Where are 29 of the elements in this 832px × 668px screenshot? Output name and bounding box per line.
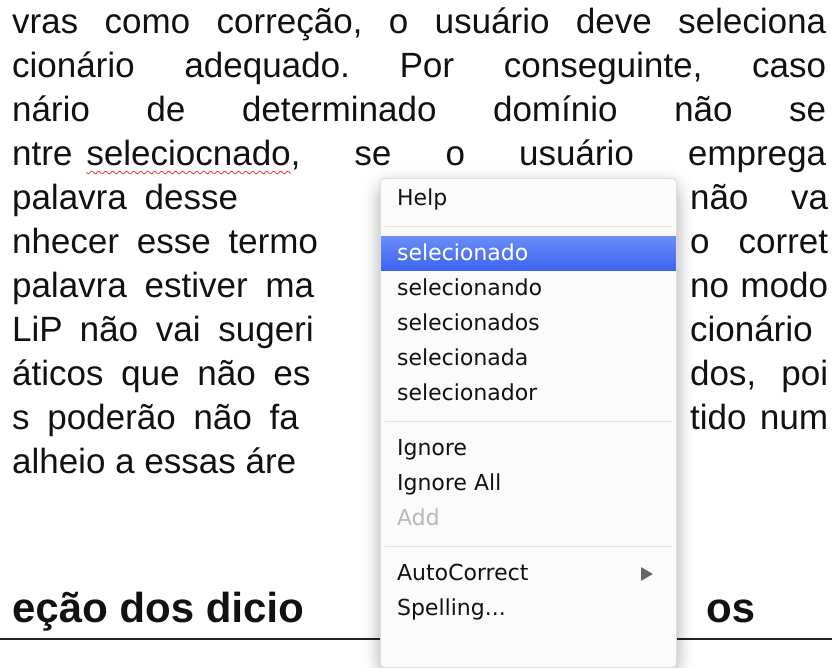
menu-item[interactable]: selecionador <box>381 376 676 411</box>
body-text-line: áticos que não es <box>12 353 310 395</box>
body-text-line: alheio a essas áre <box>12 441 298 483</box>
body-text-line: palavra desse <box>12 177 238 219</box>
body-text-line: LiP não vai sugeri <box>12 309 314 351</box>
section-heading: eção dos dicio <box>12 585 304 631</box>
menu-item[interactable]: selecionado <box>381 236 676 271</box>
body-text-line: não va <box>690 177 829 219</box>
body-text-line: nário de determinado domínio não se <box>12 89 827 131</box>
menu-item[interactable]: selecionando <box>381 271 676 306</box>
menu-item[interactable]: Spelling... <box>381 591 676 626</box>
menu-item[interactable]: Ignore All <box>381 466 676 501</box>
menu-item[interactable]: selecionada <box>381 341 676 376</box>
body-text-line: no modo <box>690 265 829 307</box>
menu-item[interactable]: Help <box>381 181 676 216</box>
section-heading: os <box>706 585 756 631</box>
body-text-line: s poderão não fa <box>12 397 299 439</box>
body-text-line: cionário adequado. Por conseguinte, caso <box>12 45 827 87</box>
body-text-line: vras como correção, o usuário deve seleciona <box>12 1 827 43</box>
menu-item[interactable]: AutoCorrect <box>381 556 676 591</box>
body-text-line: dos, poi <box>690 353 829 395</box>
menu-item[interactable]: Ignore <box>381 431 676 466</box>
body-text-line: o corret <box>690 221 829 263</box>
body-text-line: ntre seleciocnado, se o usuário emprega <box>12 133 827 175</box>
body-text-line: tido num <box>690 397 829 439</box>
body-text-line: nhecer esse termo <box>12 221 318 263</box>
body-text-line: palavra estiver ma <box>12 265 314 307</box>
body-text-line: cionário <box>690 309 814 351</box>
menu-item[interactable]: selecionados <box>381 306 676 341</box>
